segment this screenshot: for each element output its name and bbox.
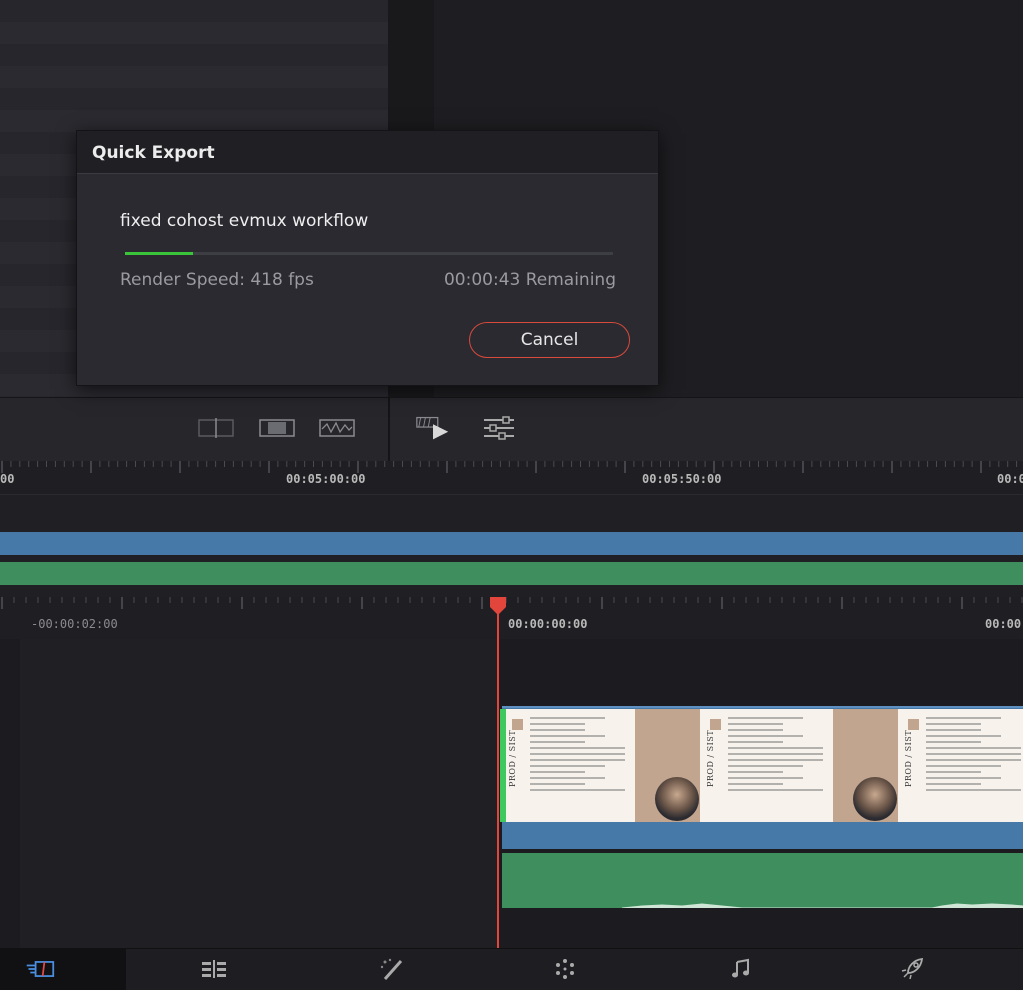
upper-video-track[interactable] — [0, 532, 1023, 555]
pool-row — [0, 0, 388, 22]
pool-row — [0, 44, 388, 66]
audio-waveform-icon[interactable] — [318, 414, 356, 442]
upper-track-gap — [0, 585, 1023, 597]
lower-ruler-label: -00:00:02:00 — [31, 617, 118, 631]
export-filename: fixed cohost evmux workflow — [120, 211, 369, 231]
cut-page-icon[interactable] — [25, 956, 55, 982]
clip-thumbnail: PROD / SIST — [700, 709, 898, 822]
color-page-icon[interactable] — [550, 956, 580, 982]
upper-ruler-label: 00 — [0, 472, 15, 486]
fairlight-page-icon[interactable] — [726, 956, 756, 982]
page-navigation-bar — [0, 948, 1023, 990]
clip-thumbnail: PROD / SIST — [502, 709, 700, 822]
upper-ruler-ticks — [1, 461, 1018, 473]
pool-row — [0, 66, 388, 88]
video-clip-thumbnails: PROD / SIST PROD / SIST PROD / SIST — [502, 709, 1023, 822]
upper-track-gap — [0, 495, 1023, 532]
audio-waveform — [621, 903, 1023, 908]
active-page-highlight — [0, 948, 126, 990]
upper-audio-track[interactable] — [0, 562, 1023, 585]
cancel-button[interactable]: Cancel — [469, 322, 630, 358]
export-progress-fill — [125, 252, 194, 255]
avatar — [853, 777, 897, 821]
thumbnail-text: PROD / SIST — [904, 729, 913, 787]
upper-ruler-label: 00:0 — [997, 472, 1023, 486]
render-speed-text: Render Speed: 418 fps — [120, 270, 314, 290]
lower-ruler-label: 00:00 — [985, 617, 1022, 631]
toolbar-divider — [388, 397, 390, 461]
quick-export-dialog: Quick Export fixed cohost evmux workflow… — [76, 130, 659, 386]
remaining-time-text: 00:00:43 Remaining — [443, 270, 616, 290]
upper-ruler-label: 00:05:00:00 — [286, 472, 366, 486]
thumbnail-text: PROD / SIST — [706, 729, 715, 787]
export-progress-bar — [125, 252, 613, 255]
edit-page-icon[interactable] — [199, 956, 229, 982]
upper-ruler-label: 00:05:50:00 — [642, 472, 722, 486]
clip-thumbnail: PROD / SIST — [898, 709, 1023, 822]
pool-row — [0, 110, 388, 132]
avatar — [655, 777, 699, 821]
playhead-line[interactable] — [497, 606, 499, 948]
render-settings-icon[interactable] — [480, 414, 518, 442]
fusion-page-icon[interactable] — [377, 956, 407, 982]
pool-row — [0, 22, 388, 44]
dialog-header: Quick Export — [77, 131, 658, 174]
upper-track-gap — [0, 555, 1023, 562]
playhead-handle[interactable] — [488, 597, 508, 615]
upper-timecode-ruler[interactable]: 00 00:05:00:00 00:05:50:00 00:0 — [0, 461, 1023, 495]
timeline-preroll-area — [20, 639, 498, 948]
viewer-mode-icon[interactable] — [258, 414, 296, 442]
clip-start-marker — [500, 709, 506, 822]
thumbnail-text: PROD / SIST — [508, 729, 517, 787]
deliver-page-icon[interactable] — [898, 956, 928, 982]
dialog-title: Quick Export — [92, 143, 215, 163]
play-clip-icon[interactable] — [414, 414, 452, 442]
pool-row — [0, 88, 388, 110]
lower-timecode-ruler[interactable]: -00:00:02:00 00:00:00:00 00:00 — [0, 597, 1023, 639]
lower-ruler-label: 00:00:00:00 — [508, 617, 588, 631]
inspector-layout-icon[interactable] — [197, 414, 235, 442]
